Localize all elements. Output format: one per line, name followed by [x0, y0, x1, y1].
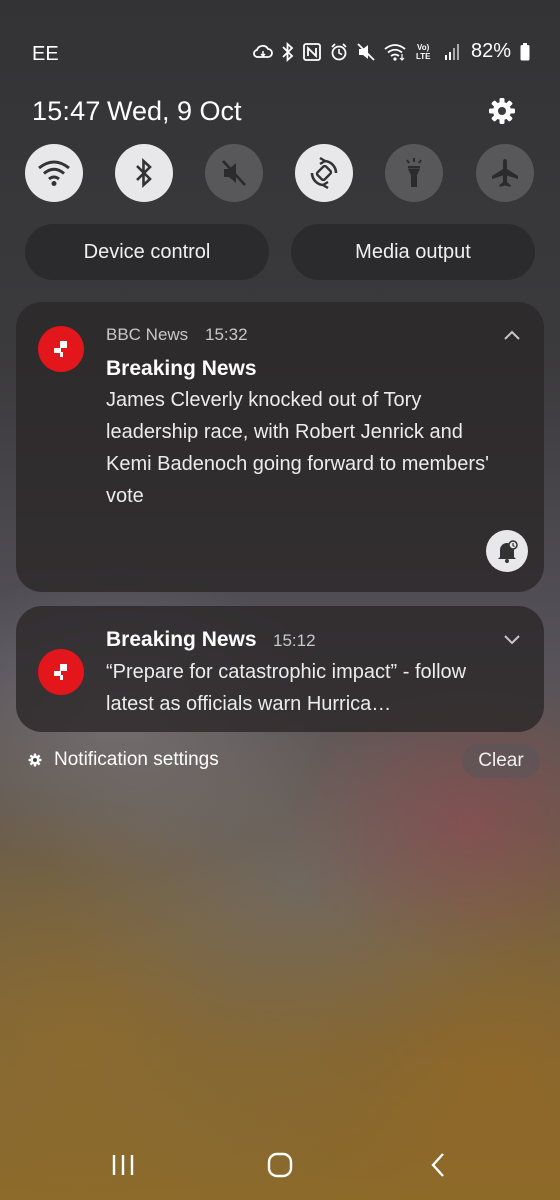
back-button[interactable]	[418, 1148, 458, 1182]
notification-app-name: BBC News	[106, 325, 189, 344]
nfc-icon	[303, 42, 321, 61]
notification-title: Breaking News	[106, 628, 257, 651]
signal-icon	[444, 43, 459, 60]
auto-rotate-icon	[310, 157, 338, 189]
airplane-icon	[492, 159, 518, 187]
airplane-mode-toggle[interactable]	[476, 144, 534, 202]
alarm-icon	[331, 42, 347, 60]
back-icon	[431, 1153, 444, 1177]
status-icons: Vo) LTE 82%	[253, 40, 530, 63]
cloud-sync-icon	[253, 44, 273, 58]
notification-settings-label: Notification settings	[54, 749, 219, 770]
date[interactable]: Wed, 9 Oct	[107, 96, 242, 127]
mute-icon	[357, 42, 375, 61]
gear-icon	[28, 753, 42, 767]
recent-apps-icon	[112, 1155, 134, 1175]
notification-time: 15:32	[205, 325, 248, 344]
media-output-button[interactable]: Media output	[291, 224, 535, 280]
carrier-label: EE	[32, 43, 59, 65]
chevron-up-icon[interactable]	[504, 330, 520, 340]
mute-toggle[interactable]	[205, 144, 263, 202]
notification-body: “Prepare for catastrophic impact” - foll…	[106, 661, 467, 715]
notification-time: 15:12	[273, 631, 316, 650]
battery-percent: 82%	[470, 40, 511, 62]
notification-card-2[interactable]: Breaking News 15:12 “Prepare for catastr…	[16, 606, 544, 732]
battery-icon	[520, 42, 530, 60]
svg-text:Vo): Vo)	[417, 43, 430, 52]
notification-card-1[interactable]: BBC News 15:32 Breaking News James Cleve…	[16, 302, 544, 592]
notification-title: Breaking News	[106, 357, 257, 380]
mute-icon	[222, 160, 246, 186]
settings-gear-icon[interactable]	[484, 93, 520, 129]
snooze-button[interactable]	[486, 530, 528, 572]
bluetooth-icon	[282, 41, 294, 62]
notification-body: James Cleverly knocked out of Tory leade…	[106, 389, 489, 507]
notification-settings-link[interactable]: Notification settings	[26, 749, 219, 771]
flashlight-toggle[interactable]	[385, 144, 443, 202]
bbc-news-app-icon	[38, 326, 84, 372]
snooze-bell-icon	[498, 540, 518, 563]
home-button[interactable]	[260, 1148, 300, 1182]
wifi-icon	[38, 160, 70, 186]
auto-rotate-toggle[interactable]	[295, 144, 353, 202]
flashlight-icon	[406, 158, 422, 187]
bluetooth-toggle[interactable]	[115, 144, 173, 202]
wifi-toggle[interactable]	[25, 144, 83, 202]
clock: 15:47	[32, 96, 101, 126]
bluetooth-icon	[136, 158, 152, 188]
clear-button[interactable]: Clear	[462, 744, 540, 778]
wifi-icon	[384, 43, 406, 61]
home-icon	[267, 1152, 293, 1178]
recent-apps-button[interactable]	[103, 1148, 143, 1182]
volte-icon: Vo)LTE	[416, 43, 431, 61]
svg-text:LTE: LTE	[416, 52, 431, 61]
bbc-news-app-icon	[38, 649, 84, 695]
chevron-down-icon[interactable]	[504, 635, 520, 645]
device-control-button[interactable]: Device control	[25, 224, 269, 280]
